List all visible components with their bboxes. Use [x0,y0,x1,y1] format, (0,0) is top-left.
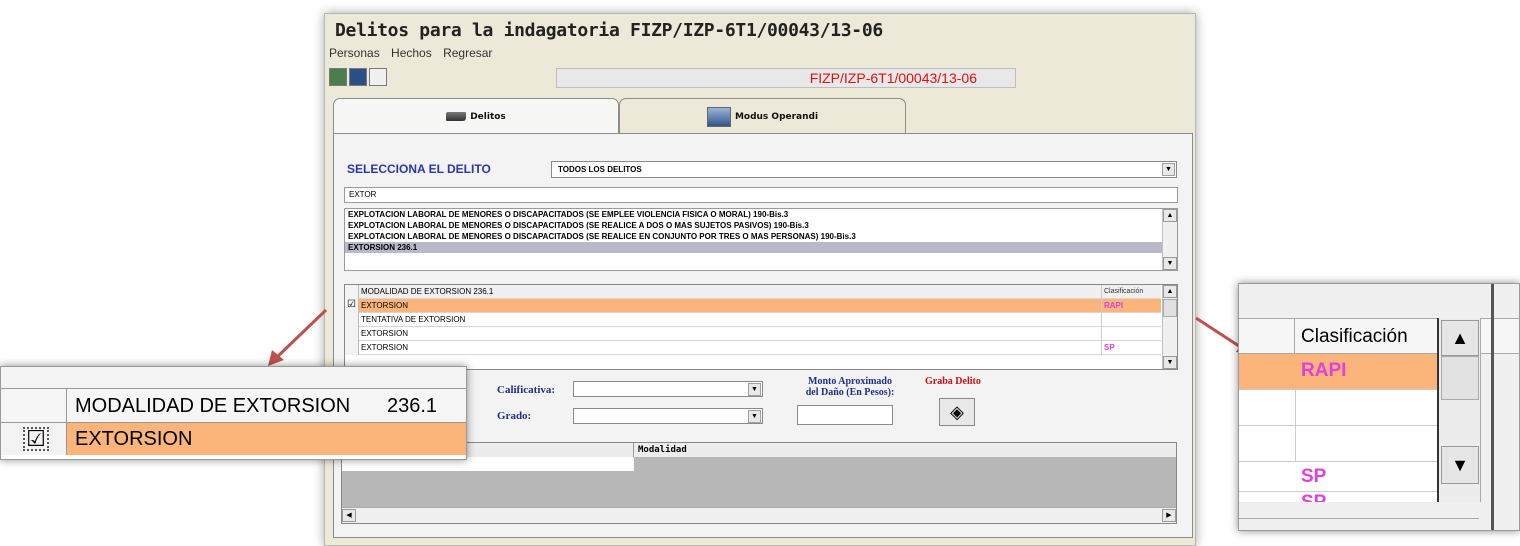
arrow-right [1195,316,1243,350]
table-row[interactable] [1239,390,1437,426]
scroll-thumb[interactable] [1441,356,1479,400]
checkbox-checked-icon[interactable]: ☑ [23,427,49,451]
grid-header: MODALIDAD DE EXTORSION 236.1 [1,389,466,423]
table-row[interactable] [1239,426,1437,462]
zoom-header-modalidad: MODALIDAD DE EXTORSION [75,395,351,417]
zoom-row-modalidad: EXTORSION [75,428,193,450]
zoom-header-clasificacion: Clasificación [1301,326,1408,347]
zoom-scrollbar[interactable]: ▲ ▼ [1437,318,1481,502]
table-row[interactable]: SP [1239,462,1437,492]
table-row[interactable]: ☑ EXTORSION [1,423,466,455]
table-row[interactable]: SP [1239,492,1437,502]
arrow-left [274,308,328,360]
zoom-header-code: 236.1 [387,395,438,417]
table-row[interactable]: RAPI [1239,354,1437,390]
zoom-clasificacion: Clasificación RAPI SP SP ▲ ▼ [1238,283,1520,531]
zoom-modalidad: MODALIDAD DE EXTORSION 236.1 ☑ EXTORSION [0,366,467,460]
scroll-down-icon[interactable]: ▼ [1441,446,1479,484]
scroll-up-icon[interactable]: ▲ [1441,320,1479,356]
